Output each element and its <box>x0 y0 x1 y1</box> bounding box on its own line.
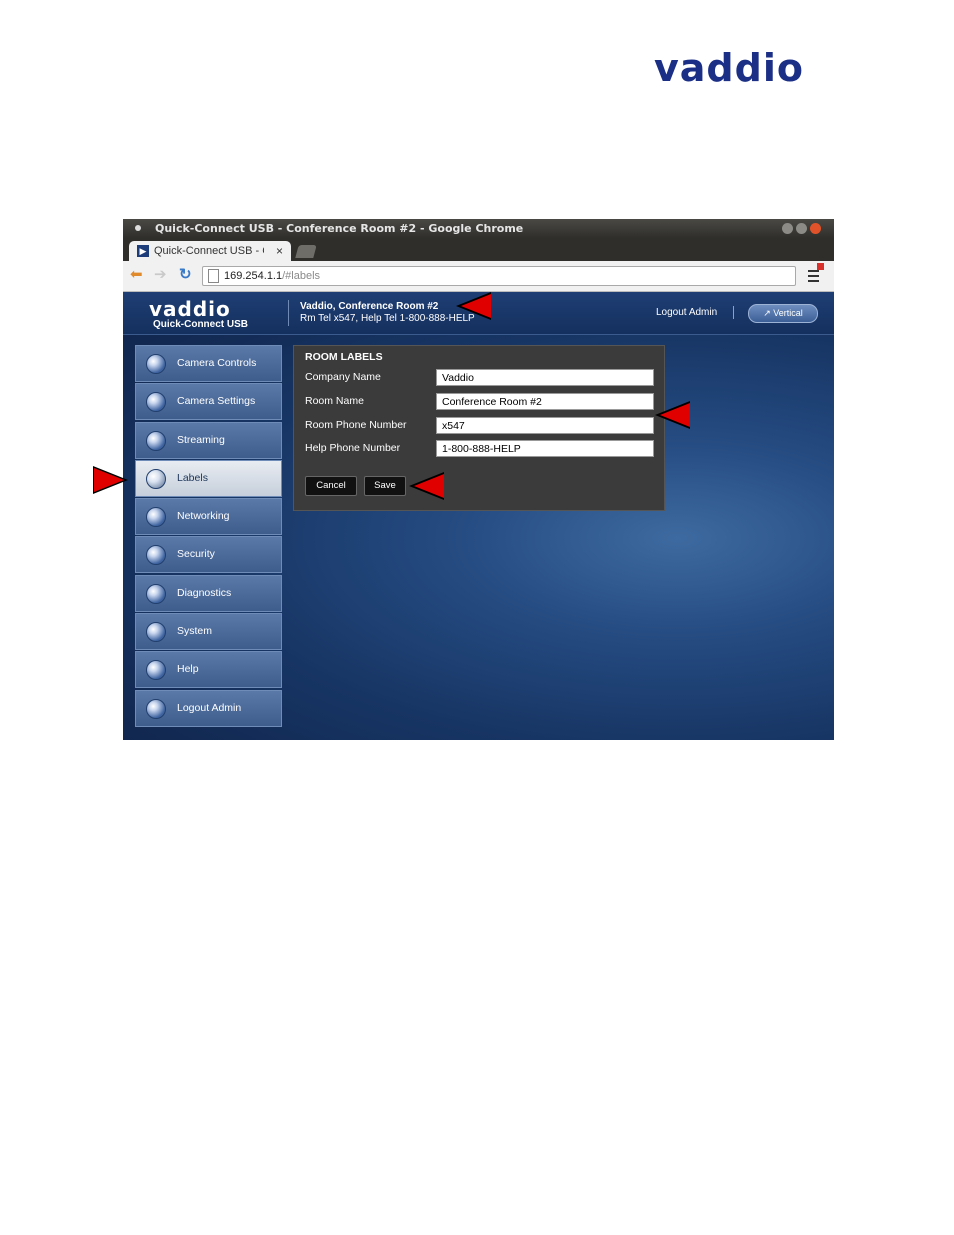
window-menu-icon[interactable] <box>135 225 141 231</box>
address-url: 169.254.1.1/#labels <box>224 270 321 282</box>
room-name-label: Room Name <box>305 395 364 407</box>
back-arrow-icon[interactable]: ⬅ <box>130 266 143 284</box>
room-name-field[interactable] <box>436 393 654 410</box>
room-phone-field[interactable] <box>436 417 654 434</box>
labels-icon <box>146 468 166 489</box>
sidebar-item-label: System <box>177 625 213 638</box>
update-badge-icon <box>817 263 824 270</box>
window-title: Quick-Connect USB - Conference Room #2 -… <box>155 222 524 235</box>
sidebar-item-security[interactable]: Security <box>135 536 282 574</box>
sidebar-item-label: Diagnostics <box>177 586 232 599</box>
sidebar-item-diagnostics[interactable]: Diagnostics <box>135 574 282 612</box>
app-content: vaddio Quick-Connect USB Vaddio, Confere… <box>123 292 834 740</box>
streaming-icon <box>146 430 166 451</box>
info-icon <box>146 660 166 681</box>
reload-icon[interactable]: ↻ <box>179 266 192 284</box>
tab-favicon-icon: ▶ <box>137 245 149 257</box>
sidebar-item-label: Logout Admin <box>177 701 242 714</box>
camera-controls-icon <box>146 354 166 374</box>
forward-arrow-icon[interactable]: ➔ <box>154 266 167 284</box>
sidebar-item-camera-settings[interactable]: Camera Settings <box>135 383 282 421</box>
power-icon <box>146 698 166 719</box>
annotation-arrow-labels <box>94 468 124 492</box>
networking-icon <box>146 507 166 528</box>
help-phone-field[interactable] <box>436 440 654 457</box>
vaddio-logo: vaddio <box>654 44 874 92</box>
vaddio-logo-text: vaddio <box>654 46 804 90</box>
sidebar-item-help[interactable]: Help <box>135 651 282 689</box>
browser-tab[interactable]: ▶ Quick-Connect USB - C × <box>129 241 291 261</box>
sidebar-item-label: Streaming <box>177 433 225 446</box>
gear-icon <box>146 622 166 643</box>
sidebar-item-label: Help <box>177 663 199 676</box>
sidebar-item-label: Labels <box>177 471 208 484</box>
close-window-icon[interactable] <box>810 223 821 234</box>
sidebar-item-logout[interactable]: Logout Admin <box>135 689 282 727</box>
panel-title: ROOM LABELS <box>305 351 383 363</box>
app-logo: vaddio <box>149 297 231 321</box>
maximize-icon[interactable] <box>796 223 807 234</box>
sidebar-item-labels[interactable]: Labels <box>135 459 282 497</box>
minimize-icon[interactable] <box>782 223 793 234</box>
chrome-menu-icon[interactable] <box>808 263 824 283</box>
logout-link[interactable]: Logout Admin <box>656 307 717 318</box>
annotation-arrow-save <box>414 474 444 498</box>
diagnostics-icon <box>146 583 166 604</box>
sidebar-item-label: Security <box>177 548 215 561</box>
window-titlebar: Quick-Connect USB - Conference Room #2 -… <box>123 219 834 239</box>
address-bar[interactable]: 169.254.1.1/#labels <box>202 266 796 286</box>
room-subtitle: Rm Tel x547, Help Tel 1-800-888-HELP <box>300 313 475 324</box>
browser-toolbar: ⬅ ➔ ↻ 169.254.1.1/#labels <box>123 261 834 292</box>
annotation-arrow-header <box>461 294 491 318</box>
room-title: Vaddio, Conference Room #2 <box>300 301 439 312</box>
save-button[interactable]: Save <box>364 476 406 496</box>
sidebar-item-label: Camera Settings <box>177 395 256 408</box>
room-phone-label: Room Phone Number <box>305 419 407 431</box>
sidebar-nav: Camera Controls Camera Settings Streamin… <box>135 345 282 728</box>
header-divider-2 <box>733 306 734 319</box>
camera-settings-icon <box>146 392 166 413</box>
new-tab-button[interactable] <box>295 245 317 258</box>
company-name-field[interactable] <box>436 369 654 386</box>
company-name-label: Company Name <box>305 371 381 383</box>
tab-label: Quick-Connect USB - C <box>154 245 264 257</box>
page-icon <box>208 269 219 283</box>
app-subtitle: Quick-Connect USB <box>153 319 249 330</box>
help-phone-label: Help Phone Number <box>305 442 401 454</box>
header-divider <box>288 300 289 326</box>
annotation-arrow-room-name <box>660 403 690 427</box>
sidebar-item-streaming[interactable]: Streaming <box>135 421 282 459</box>
sidebar-item-label: Camera Controls <box>177 357 257 369</box>
sidebar-item-networking[interactable]: Networking <box>135 498 282 536</box>
vertical-button[interactable]: ↗ Vertical <box>748 304 818 323</box>
lock-icon <box>146 545 166 566</box>
tab-strip: ▶ Quick-Connect USB - C × <box>123 239 834 261</box>
cancel-button[interactable]: Cancel <box>305 476 357 496</box>
sidebar-item-camera-controls[interactable]: Camera Controls <box>135 345 282 382</box>
room-labels-panel: ROOM LABELS Company Name Room Name Room … <box>293 345 665 511</box>
sidebar-item-system[interactable]: System <box>135 613 282 651</box>
sidebar-item-label: Networking <box>177 510 230 523</box>
tab-close-icon[interactable]: × <box>276 244 283 258</box>
